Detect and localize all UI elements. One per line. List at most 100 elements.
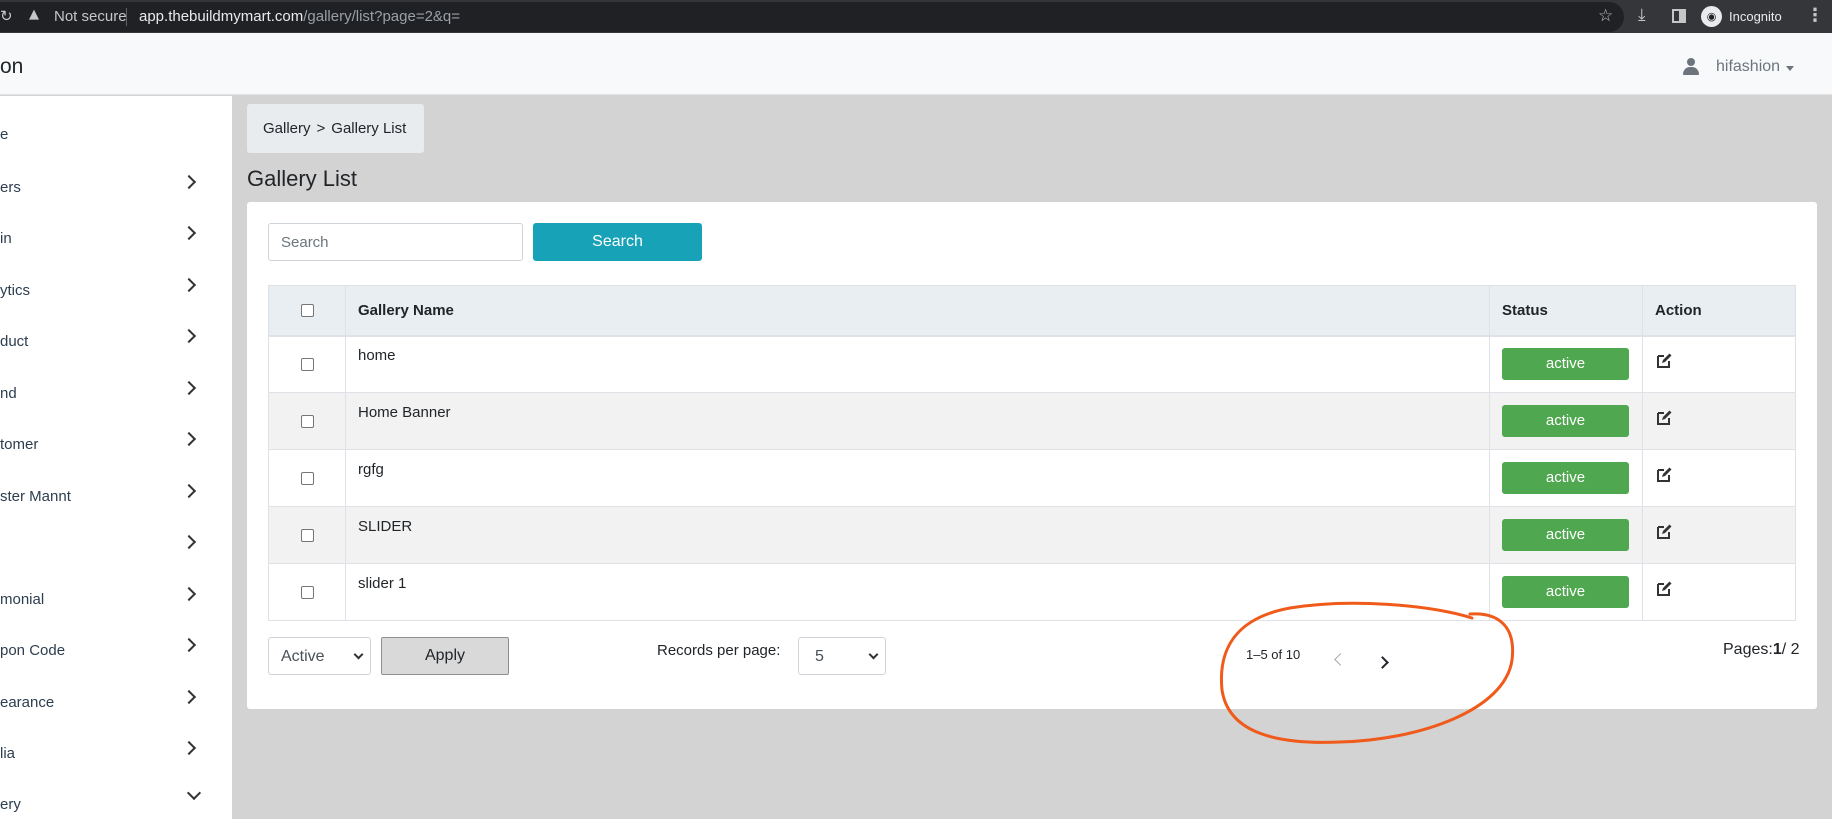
row-checkbox[interactable] [300, 415, 314, 429]
pagination-range: 1–5 of 10 [1246, 647, 1301, 662]
pages-label: Pages: [1723, 641, 1773, 658]
warning-icon[interactable]: ▲ [29, 7, 39, 22]
action-cell [1642, 563, 1796, 621]
caret-down-icon[interactable] [1786, 66, 1794, 71]
breadcrumb-parent[interactable]: Gallery [263, 120, 311, 137]
gallery-name: home [358, 346, 396, 364]
side-panel-icon[interactable] [1672, 9, 1686, 23]
sidebar-item-testimonial[interactable]: monial [0, 581, 232, 621]
row-checkbox[interactable] [300, 586, 314, 600]
user-menu-toggle[interactable]: hifashion [1716, 58, 1780, 76]
row-checkbox[interactable] [300, 472, 314, 486]
table-row: Home Banner active [268, 392, 1796, 450]
table-header-row: Gallery Name Status Action [268, 285, 1796, 337]
gallery-name-cell: rgfg [345, 449, 1490, 507]
sidebar-item-product[interactable]: duct [0, 323, 232, 363]
sidebar-item-label: ytics [0, 282, 30, 299]
sidebar-item-gallery[interactable]: ery [0, 785, 232, 819]
status-badge[interactable]: active [1502, 348, 1629, 381]
user-icon[interactable] [1683, 58, 1699, 76]
records-per-page-select[interactable]: 5 [798, 637, 886, 675]
bulk-status-value: Active [281, 648, 325, 665]
action-cell [1642, 449, 1796, 507]
edit-icon[interactable] [1655, 580, 1673, 598]
incognito-label[interactable]: Incognito [1729, 9, 1782, 24]
sidebar-item-admin[interactable]: in [0, 220, 232, 260]
edit-icon[interactable] [1655, 352, 1673, 370]
bookmark-star-icon[interactable]: ☆ [1598, 6, 1613, 26]
download-icon[interactable]: ⤓ [1638, 5, 1646, 25]
action-cell [1642, 335, 1796, 393]
gallery-name: slider 1 [358, 574, 407, 592]
edit-icon[interactable] [1655, 409, 1673, 427]
gallery-name-cell: slider 1 [345, 563, 1490, 621]
search-button[interactable]: Search [533, 223, 702, 261]
row-checkbox[interactable] [300, 529, 314, 543]
sidebar-item-label: tomer [0, 436, 39, 453]
sidebar-item-home[interactable]: e [0, 116, 232, 156]
status-badge[interactable]: active [1502, 462, 1629, 494]
select-all-checkbox[interactable] [300, 304, 314, 318]
table-row: rgfg active [268, 449, 1796, 507]
chevron-right-icon [181, 174, 197, 190]
browser-toolbar: ↻ ▲ Not secure app.thebuildmymart.com/ga… [0, 0, 1832, 33]
gallery-name-cell: SLIDER [345, 506, 1490, 564]
row-checkbox[interactable] [300, 358, 314, 372]
action-cell [1642, 506, 1796, 564]
gallery-name: Home Banner [358, 403, 451, 421]
sidebar-item-label: ers [0, 179, 21, 196]
url-text[interactable]: app.thebuildmymart.com/gallery/list?page… [139, 8, 460, 25]
status-cell: active [1489, 449, 1643, 507]
browser-menu-icon[interactable]: ⋮ [1806, 5, 1824, 26]
chevron-right-icon [181, 225, 197, 241]
sidebar-item-label: ster Mannt [0, 488, 71, 505]
breadcrumb-separator: > [316, 120, 326, 137]
sidebar-item-media[interactable]: lia [0, 735, 232, 775]
brand-name[interactable]: on [0, 55, 23, 79]
search-input[interactable] [268, 223, 523, 261]
records-per-page-label: Records per page: [657, 642, 781, 659]
status-badge[interactable]: active [1502, 519, 1629, 551]
column-header-gallery-name: Gallery Name [345, 285, 1490, 337]
pages-indicator: Pages:1/ 2 [1723, 641, 1800, 659]
status-cell: active [1489, 506, 1643, 564]
page-title: Gallery List [247, 166, 358, 191]
sidebar-item-appearance[interactable]: earance [0, 684, 232, 724]
sidebar-item-master[interactable]: ster Mannt [0, 478, 232, 518]
status-cell: active [1489, 392, 1643, 450]
pages-current: 1 [1772, 641, 1782, 658]
sidebar-item-label: nd [0, 385, 17, 402]
edit-icon[interactable] [1655, 523, 1673, 541]
chevron-down-icon [353, 649, 364, 660]
edit-icon[interactable] [1655, 466, 1673, 484]
reload-icon[interactable]: ↻ [0, 7, 13, 25]
url-host: app.thebuildmymart.com [139, 8, 304, 25]
sidebar-item-users[interactable]: ers [0, 169, 232, 209]
sidebar-item-coupon-code[interactable]: pon Code [0, 632, 232, 672]
security-label[interactable]: Not secure [54, 8, 127, 25]
status-badge[interactable]: active [1502, 405, 1629, 437]
status-cell: active [1489, 563, 1643, 621]
sidebar-item-label: e [0, 126, 9, 143]
bulk-status-select[interactable]: Active [268, 637, 371, 675]
apply-button[interactable]: Apply [381, 637, 509, 675]
action-cell [1642, 392, 1796, 450]
url-path: /gallery/list?page=2&q= [303, 8, 461, 25]
sidebar-item-analytics[interactable]: ytics [0, 272, 232, 312]
sidebar-item-label: pon Code [0, 642, 66, 659]
chevron-right-icon [181, 431, 197, 447]
sidebar-item-customer[interactable]: tomer [0, 426, 232, 466]
pages-total: / 2 [1781, 641, 1800, 658]
sidebar-item-brand[interactable]: nd [0, 375, 232, 415]
row-select-cell [268, 506, 346, 564]
chevron-right-icon [181, 534, 197, 550]
select-all-cell [268, 285, 346, 337]
breadcrumb-current: Gallery List [331, 120, 407, 137]
incognito-icon[interactable]: ◉ [1701, 6, 1722, 27]
column-header-status: Status [1489, 285, 1643, 337]
chevron-down-icon [868, 649, 879, 660]
table-row: slider 1 active [268, 563, 1796, 621]
status-badge[interactable]: active [1502, 576, 1629, 608]
sidebar-item-unlabeled[interactable] [0, 529, 232, 569]
row-select-cell [268, 335, 346, 393]
